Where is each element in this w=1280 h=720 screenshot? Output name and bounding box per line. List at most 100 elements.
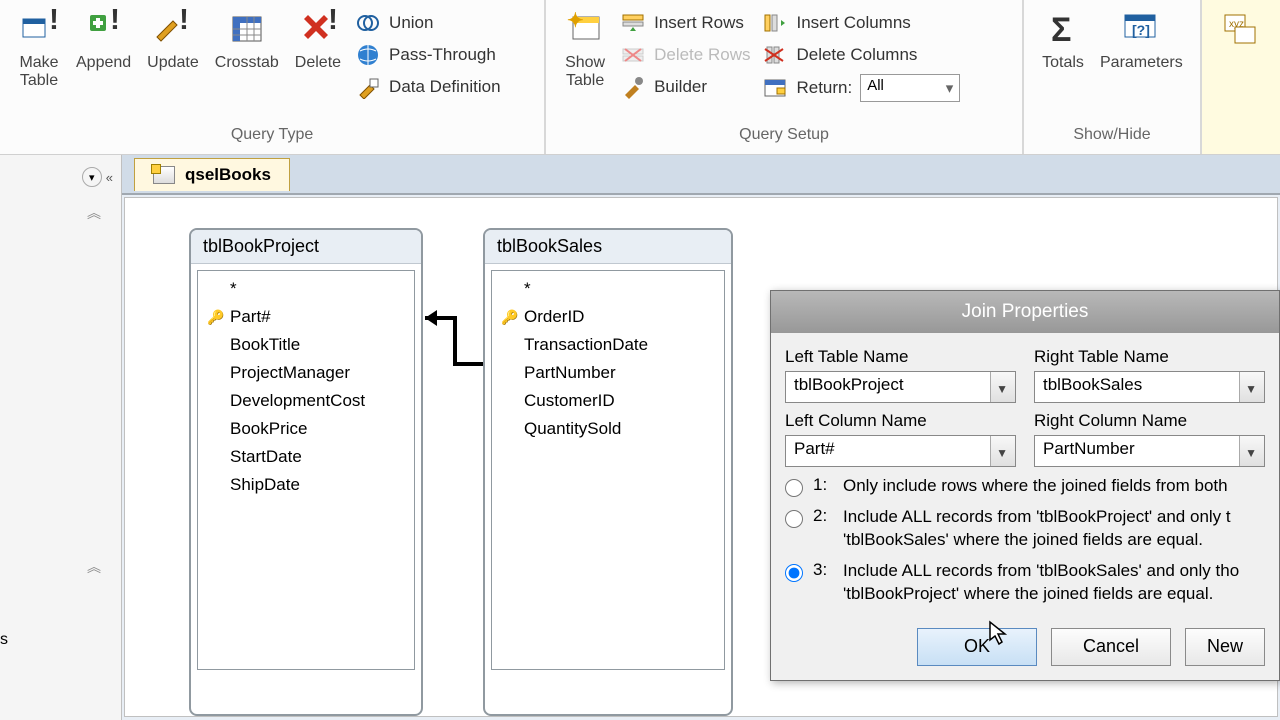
right-table-combo[interactable]: tblBookSales▼ [1034,371,1265,403]
update-button[interactable]: ! Update [139,6,207,74]
nav-dropdown-icon[interactable]: ▾ [82,167,102,187]
svg-text:[?]: [?] [1132,22,1150,38]
radio-3[interactable] [785,564,803,582]
delete-rows-icon [620,42,646,68]
query-type-group-label: Query Type [10,126,534,150]
delete-columns-button[interactable]: Delete Columns [762,42,960,68]
join-properties-dialog: Join Properties Left Table Name tblBookP… [770,290,1280,681]
parameters-button[interactable]: [?] Parameters [1092,6,1191,74]
delete-rows-label: Delete Rows [654,45,750,65]
radio-1[interactable] [785,479,803,497]
svg-text:!: ! [110,9,120,36]
field-transactiondate[interactable]: TransactionDate [500,331,716,359]
field-orderid[interactable]: 🔑OrderID [500,303,716,331]
field-developmentcost[interactable]: DevelopmentCost [206,387,406,415]
field-quantitysold[interactable]: QuantitySold [500,415,716,443]
insert-columns-icon [762,10,788,36]
field-part[interactable]: 🔑Part# [206,303,406,331]
return-control[interactable]: Return: All [762,74,960,102]
insert-columns-button[interactable]: Insert Columns [762,10,960,36]
totals-button[interactable]: Σ Totals [1034,6,1092,74]
group-partial: xyz [1202,0,1280,154]
partial-button[interactable]: xyz [1212,6,1270,56]
left-col-combo[interactable]: Part#▼ [785,435,1016,467]
show-table-button[interactable]: ✦ Show Table [556,6,614,93]
crosstab-label: Crosstab [215,54,279,72]
opt2-desc: Include ALL records from 'tblBookProject… [843,506,1265,552]
table-title-right: tblBookSales [485,230,731,264]
left-table-combo[interactable]: tblBookProject▼ [785,371,1016,403]
parameters-icon: [?] [1120,8,1162,50]
join-option-3[interactable]: 3: Include ALL records from 'tblBookSale… [785,560,1265,606]
return-dropdown[interactable]: All [860,74,960,102]
delete-button[interactable]: ! Delete [287,6,349,74]
nav-section-collapse-2[interactable]: ︽ [87,557,101,577]
parameters-label: Parameters [1100,54,1183,72]
delete-icon: ! [297,8,339,50]
tab-label: qselBooks [185,165,271,185]
svg-text:!: ! [49,9,59,36]
tab-qselbooks[interactable]: qselBooks [134,158,290,191]
field-startdate[interactable]: StartDate [206,443,406,471]
crosstab-button[interactable]: Crosstab [207,6,287,74]
return-icon [762,75,788,101]
table-tblbookproject[interactable]: tblBookProject * 🔑Part# BookTitle Projec… [189,228,423,716]
field-partnumber[interactable]: PartNumber [500,359,716,387]
right-table-value: tblBookSales [1043,375,1142,394]
return-value: All [867,77,884,94]
delete-label: Delete [295,54,341,72]
join-option-2[interactable]: 2: Include ALL records from 'tblBookProj… [785,506,1265,552]
make-table-icon: ! [18,8,60,50]
pass-through-button[interactable]: Pass-Through [355,42,501,68]
field-customerid[interactable]: CustomerID [500,387,716,415]
svg-text:!: ! [328,9,338,36]
right-col-label: Right Column Name [1034,411,1265,431]
query-setup-group-label: Query Setup [556,126,1012,150]
ok-button[interactable]: OK [917,628,1037,666]
insert-rows-button[interactable]: Insert Rows [620,10,750,36]
builder-icon [620,74,646,100]
make-table-button[interactable]: ! Make Table [10,6,68,93]
dialog-title: Join Properties [771,291,1279,333]
join-line[interactable] [421,306,487,376]
show-hide-group-label: Show/Hide [1034,126,1190,150]
builder-button[interactable]: Builder [620,74,750,100]
group-query-type: ! Make Table ! Append ! Update C [0,0,546,154]
group-show-hide: Σ Totals [?] Parameters Show/Hide [1024,0,1202,154]
svg-text:Σ: Σ [1051,11,1071,49]
svg-text:!: ! [179,9,189,36]
make-table-label: Make Table [19,54,58,91]
field-shipdate[interactable]: ShipDate [206,471,406,499]
pass-through-icon [355,42,381,68]
data-definition-button[interactable]: Data Definition [355,74,501,100]
right-col-combo[interactable]: PartNumber▼ [1034,435,1265,467]
cancel-button[interactable]: Cancel [1051,628,1171,666]
append-button[interactable]: ! Append [68,6,139,74]
data-definition-icon [355,74,381,100]
update-icon: ! [152,8,194,50]
delete-rows-button: Delete Rows [620,42,750,68]
join-option-1[interactable]: 1: Only include rows where the joined fi… [785,475,1265,498]
opt1-desc: Only include rows where the joined field… [843,475,1265,498]
field-bookprice[interactable]: BookPrice [206,415,406,443]
field-projectmanager[interactable]: ProjectManager [206,359,406,387]
field-star[interactable]: * [206,275,406,303]
opt2-num: 2: [813,506,833,526]
opt1-num: 1: [813,475,833,495]
field-star-r[interactable]: * [500,275,716,303]
radio-2[interactable] [785,510,803,528]
nav-item-partial[interactable]: s [0,631,8,649]
key-icon: 🔑 [502,309,518,325]
opt3-num: 3: [813,560,833,580]
tab-bar: qselBooks [122,155,1280,195]
partial-icon: xyz [1220,8,1262,50]
group-query-setup: ✦ Show Table Insert Rows Delete Rows Bui… [546,0,1024,154]
field-booktitle[interactable]: BookTitle [206,331,406,359]
totals-label: Totals [1042,54,1084,72]
new-button[interactable]: New [1185,628,1265,666]
nav-section-collapse-1[interactable]: ︽ [87,203,101,223]
return-label: Return: [796,78,852,98]
nav-collapse-icon[interactable]: « [106,170,113,185]
union-button[interactable]: Union [355,10,501,36]
table-tblbooksales[interactable]: tblBookSales * 🔑OrderID TransactionDate … [483,228,733,716]
